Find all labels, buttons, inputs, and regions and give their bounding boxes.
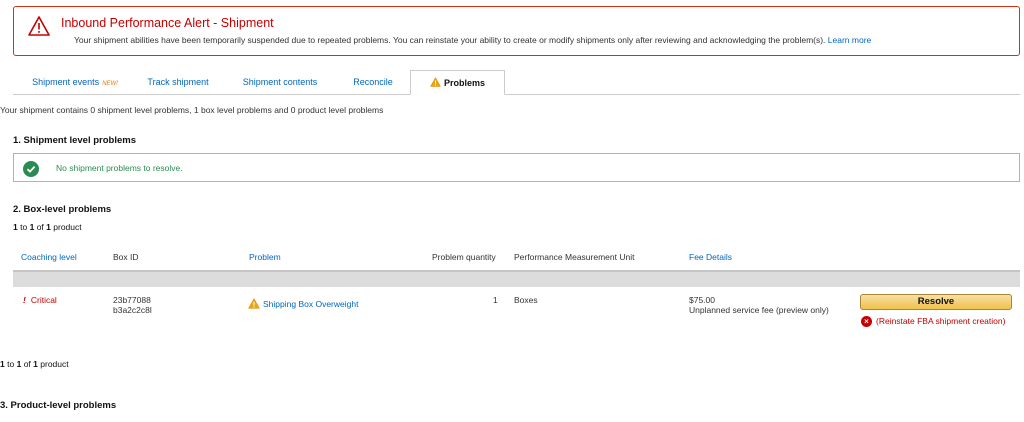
section-heading: 3. Product-level problems <box>0 400 117 411</box>
fee-details: $75.00 Unplanned service fee (preview on… <box>689 295 829 315</box>
section-heading: 1. Shipment level problems <box>13 135 137 146</box>
column-header-fee-details[interactable]: Fee Details <box>689 252 732 262</box>
column-header-box-id: Box ID <box>113 252 139 262</box>
performance-alert: Inbound Performance Alert - Shipment You… <box>13 6 1020 56</box>
fee-amount: $75.00 <box>689 295 715 305</box>
tab-reconcile[interactable]: Reconcile <box>343 70 403 94</box>
tab-label: Problems <box>443 78 485 88</box>
measurement-unit: Boxes <box>514 295 538 305</box>
alert-title: Inbound Performance Alert - Shipment <box>61 16 274 30</box>
table-header-divider <box>13 270 1020 287</box>
tab-track-shipment[interactable]: Track shipment <box>138 70 218 94</box>
column-header-measurement-unit: Performance Measurement Unit <box>514 252 635 262</box>
tab-shipment-events[interactable]: Shipment events NEW! <box>25 70 125 94</box>
tab-shipment-contents[interactable]: Shipment contents <box>235 70 325 94</box>
warning-icon <box>430 77 441 87</box>
result-count: 1 to 1 of 1 product <box>13 222 82 232</box>
column-header-problem[interactable]: Problem <box>249 252 281 262</box>
problem-quantity: 1 <box>493 295 498 305</box>
error-x-icon: × <box>861 316 872 327</box>
tab-problems[interactable]: Problems <box>410 70 505 95</box>
column-header-coaching-level[interactable]: Coaching level <box>21 252 77 262</box>
new-badge: NEW! <box>102 81 118 87</box>
learn-more-link[interactable]: Learn more <box>828 35 871 45</box>
alert-message-text: Your shipment abilities have been tempor… <box>74 35 826 45</box>
section-heading: 2. Box-level problems <box>13 204 112 215</box>
reinstate-text: (Reinstate FBA shipment creation) <box>876 316 1006 326</box>
box-id: 23b77088 b3a2c2c8l <box>113 295 152 315</box>
warning-icon <box>28 16 50 36</box>
problem-link[interactable]: Shipping Box Overweight <box>263 299 358 309</box>
warning-icon <box>248 298 260 309</box>
no-problems-message: No shipment problems to resolve. <box>56 163 183 173</box>
shipment-tabs: Shipment events NEW! Track shipment Shipm… <box>13 70 1020 95</box>
resolve-button[interactable]: Resolve <box>860 294 1012 310</box>
check-circle-icon <box>23 161 39 177</box>
problem-summary: Your shipment contains 0 shipment level … <box>0 105 384 115</box>
tab-label: Shipment events <box>32 77 100 87</box>
fee-description: Unplanned service fee (preview only) <box>689 305 829 315</box>
coaching-level-critical: ! Critical <box>23 295 57 305</box>
column-header-problem-quantity: Problem quantity <box>432 252 496 262</box>
result-count: 1 to 1 of 1 product <box>0 359 69 369</box>
problem-cell: Shipping Box Overweight <box>248 298 358 309</box>
alert-message: Your shipment abilities have been tempor… <box>74 35 871 45</box>
no-problems-box: No shipment problems to resolve. <box>13 153 1020 182</box>
exclamation-icon: ! <box>23 295 26 305</box>
